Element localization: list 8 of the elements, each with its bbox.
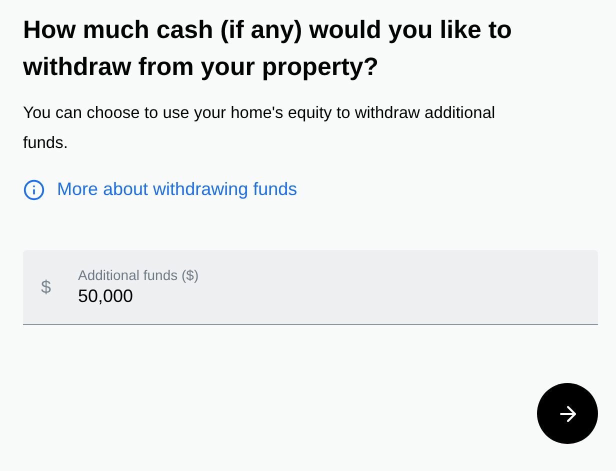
description-text: You can choose to use your home's equity to withdraw additional funds. [23, 103, 496, 154]
amount-input[interactable]: 50,000 [78, 284, 598, 308]
info-icon [23, 178, 45, 200]
question-heading: How much cash (if any) would you like to withdraw from your property? [23, 15, 513, 83]
amount-field[interactable]: $ Additional funds ($) 50,000 [23, 250, 598, 325]
field-label: Additional funds ($) [78, 266, 200, 284]
currency-prefix: $ [41, 276, 52, 298]
info-link[interactable]: More about withdrawing funds [23, 176, 298, 203]
